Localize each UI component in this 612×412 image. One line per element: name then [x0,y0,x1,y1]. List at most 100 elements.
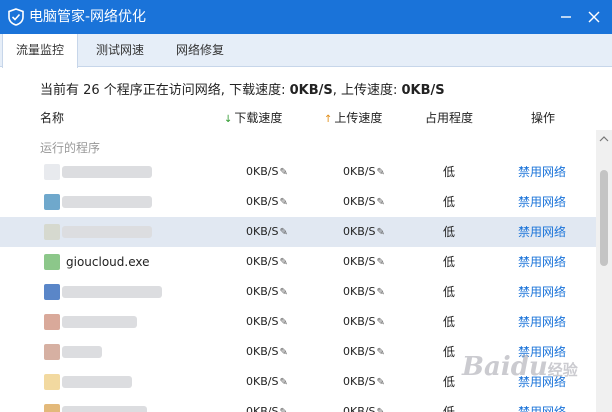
edit-pencil-icon[interactable]: ✎ [376,405,384,412]
tab-speed-test[interactable]: 测试网速 [82,34,158,67]
edit-pencil-icon[interactable]: ✎ [279,255,287,271]
upload-speed-cell[interactable]: 0KB/S✎ [343,344,385,361]
table-row[interactable]: 0KB/S✎0KB/S✎低禁用网络 [0,187,596,217]
disable-network-link[interactable]: 禁用网络 [518,374,566,390]
upload-speed-cell[interactable]: 0KB/S✎ [343,194,385,211]
process-icon [44,254,60,270]
edit-pencil-icon[interactable]: ✎ [376,315,384,331]
edit-pencil-icon[interactable]: ✎ [376,375,384,391]
column-download[interactable]: ↓ 下载速度 [224,109,282,129]
download-speed: 0KB/S [246,285,279,298]
process-icon [44,194,60,210]
tab-traffic-monitor[interactable]: 流量监控 [2,34,78,68]
edit-pencil-icon[interactable]: ✎ [376,165,384,181]
column-upload[interactable]: ↑ 上传速度 [324,109,382,129]
edit-pencil-icon[interactable]: ✎ [279,375,287,391]
upload-speed-cell[interactable]: 0KB/S✎ [343,404,385,412]
edit-pencil-icon[interactable]: ✎ [279,165,287,181]
download-speed: 0KB/S [246,255,279,268]
edit-pencil-icon[interactable]: ✎ [279,315,287,331]
process-name: gioucloud.exe [66,255,150,269]
process-list: 0KB/S✎ 0KB/S✎ 低禁用网络 0KB/S✎ 0KB/S✎ 低禁用网络 0KB/S✎… [0,156,596,412]
download-arrow-icon: ↓ [224,114,233,125]
close-icon[interactable] [584,7,604,27]
download-speed-cell[interactable]: 0KB/S✎ [246,374,288,391]
edit-pencil-icon[interactable]: ✎ [376,345,384,361]
download-speed-cell[interactable]: 0KB/S✎ [246,194,288,211]
usage-level: 低 [443,165,456,179]
process-icon [44,374,60,390]
edit-pencil-icon[interactable]: ✎ [279,225,287,241]
disable-network-link[interactable]: 禁用网络 [518,284,566,300]
disable-network-link[interactable]: 禁用网络 [518,314,566,330]
table-row[interactable]: 0KB/S✎ 0KB/S✎ 低 禁用网络 [0,217,596,247]
table-row[interactable]: 0KB/S✎0KB/S✎低禁用网络 [0,397,596,412]
edit-pencil-icon[interactable]: ✎ [279,195,287,211]
process-name-blurred [62,286,162,298]
vertical-scrollbar[interactable] [596,130,612,412]
download-speed-cell[interactable]: 0KB/S✎ [246,404,288,412]
disable-network-link[interactable]: 禁用网络 [518,344,566,360]
upload-speed-cell[interactable]: 0KB/S✎ [343,164,385,181]
title-bar: 电脑管家-网络优化 [0,0,612,34]
download-speed: 0KB/S [246,195,279,208]
summary-upload-speed: 0KB/S [401,83,445,98]
table-row[interactable]: 0KB/S✎0KB/S✎低禁用网络 [0,337,596,367]
table-row[interactable]: gioucloud.exe 0KB/S✎ 0KB/S✎ 低禁用网络 [0,247,596,277]
table-row[interactable]: 0KB/S✎0KB/S✎低禁用网络 [0,157,596,187]
usage-level: 低 [443,225,456,239]
edit-pencil-icon[interactable]: ✎ [279,405,287,412]
download-speed-cell[interactable]: 0KB/S✎ [246,254,288,271]
download-speed-cell[interactable]: 0KB/S✎ [246,284,288,301]
disable-network-link[interactable]: 禁用网络 [518,404,566,412]
upload-speed-cell[interactable]: 0KB/S✎ [343,314,385,331]
download-speed-cell[interactable]: 0KB/S✎ [246,314,288,331]
scroll-up-icon[interactable] [599,134,609,144]
disable-network-link[interactable]: 禁用网络 [518,164,566,180]
table-row[interactable]: 0KB/S✎0KB/S✎低禁用网络 [0,367,596,397]
process-name-cell [32,277,182,307]
upload-speed-cell[interactable]: 0KB/S✎ [343,254,385,271]
upload-speed-cell[interactable]: 0KB/S✎ [343,224,385,241]
edit-pencil-icon[interactable]: ✎ [279,345,287,361]
column-name[interactable]: 名称 [40,109,64,127]
process-name-blurred [62,196,152,208]
minimize-icon[interactable] [556,7,576,27]
tab-network-repair[interactable]: 网络修复 [162,34,238,67]
column-operation: 操作 [531,111,556,125]
table-row[interactable]: 0KB/S✎0KB/S✎低禁用网络 [0,307,596,337]
edit-pencil-icon[interactable]: ✎ [376,255,384,271]
table-row[interactable]: 0KB/S✎0KB/S✎低禁用网络 [0,277,596,307]
edit-pencil-icon[interactable]: ✎ [376,225,384,241]
usage-level: 低 [443,255,456,269]
upload-speed-cell[interactable]: 0KB/S✎ [343,374,385,391]
disable-network-link[interactable]: 禁用网络 [518,254,566,270]
download-speed: 0KB/S [246,165,279,178]
process-name-cell [32,337,182,367]
download-speed: 0KB/S [246,405,279,412]
download-speed-cell[interactable]: 0KB/S✎ [246,164,288,181]
upload-arrow-icon: ↑ [324,114,333,125]
process-name-cell [32,307,182,337]
upload-speed: 0KB/S [343,375,376,388]
traffic-summary: 当前有 26 个程序正在访问网络, 下载速度: 0KB/S, 上传速度: 0KB… [40,81,445,101]
column-usage[interactable]: 占用程度 [425,109,473,127]
section-running-programs: 运行的程序 [40,141,101,155]
table-header: 名称 ↓ 下载速度 ↑ 上传速度 占用程度 操作 [0,106,596,130]
upload-speed-cell[interactable]: 0KB/S✎ [343,284,385,301]
scrollbar-thumb[interactable] [600,170,608,266]
upload-speed: 0KB/S [343,165,376,178]
edit-pencil-icon[interactable]: ✎ [279,285,287,301]
download-speed-cell[interactable]: 0KB/S✎ [246,224,288,241]
usage-level: 低 [443,405,456,412]
disable-network-link[interactable]: 禁用网络 [518,194,566,210]
download-speed-cell[interactable]: 0KB/S✎ [246,344,288,361]
edit-pencil-icon[interactable]: ✎ [376,195,384,211]
shield-logo-icon [8,8,24,26]
column-upload-label: 上传速度 [334,111,383,125]
column-download-label: 下载速度 [234,111,283,125]
process-name-blurred [62,166,152,178]
edit-pencil-icon[interactable]: ✎ [376,285,384,301]
disable-network-link[interactable]: 禁用网络 [518,224,566,240]
process-name-blurred [62,226,152,238]
